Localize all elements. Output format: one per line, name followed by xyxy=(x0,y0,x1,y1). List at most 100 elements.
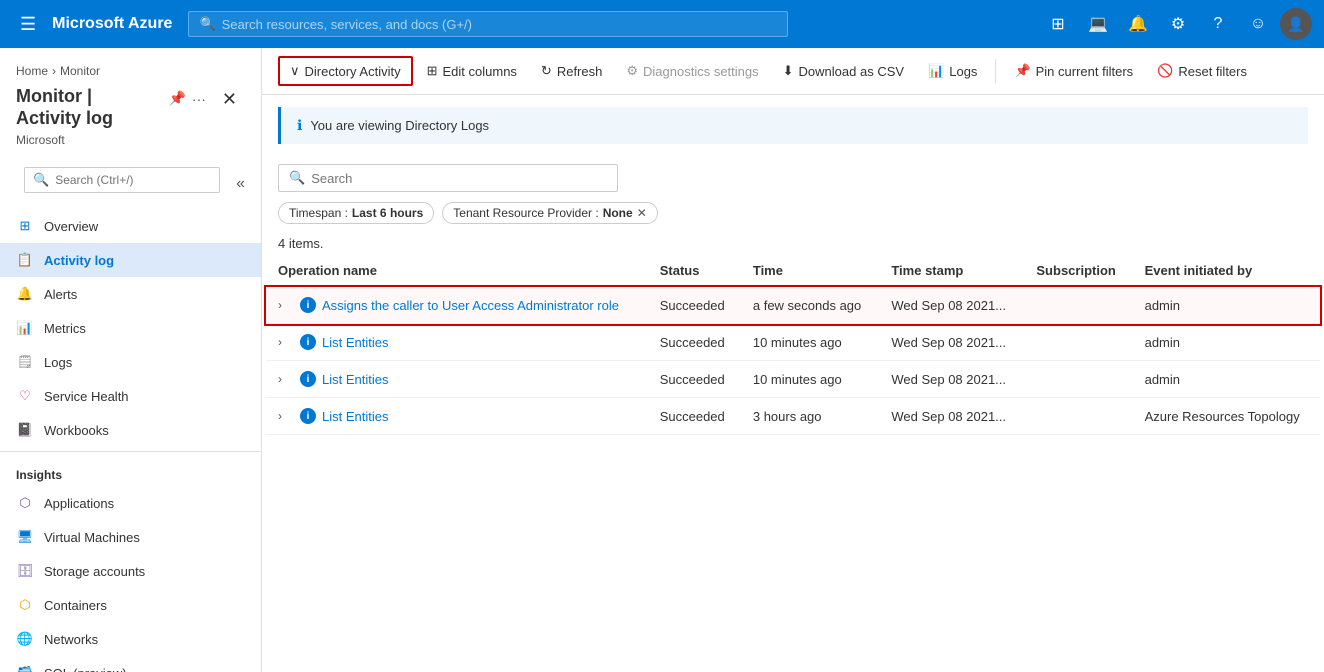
insights-section-label: Insights xyxy=(0,456,261,486)
pin-filters-button[interactable]: 📌 Pin current filters xyxy=(1004,58,1143,84)
cell-status: Succeeded xyxy=(648,398,741,435)
download-csv-button[interactable]: ⬇ Download as CSV xyxy=(773,58,914,84)
edit-columns-button[interactable]: ⊞ Edit columns xyxy=(417,58,527,84)
sidebar-search-row: 🔍 « xyxy=(0,167,261,209)
global-search-input[interactable] xyxy=(222,17,778,32)
col-status[interactable]: Status xyxy=(648,255,741,287)
cell-operation: › i Assigns the caller to User Access Ad… xyxy=(266,287,648,324)
sidebar-item-label: Activity log xyxy=(44,253,114,268)
sidebar-item-label: Storage accounts xyxy=(44,564,145,579)
sidebar-item-overview[interactable]: ⊞ Overview xyxy=(0,209,261,243)
user-avatar[interactable]: 👤 xyxy=(1280,8,1312,40)
provider-filter-close-icon[interactable]: ✕ xyxy=(637,206,647,220)
logs-icon: 📊 xyxy=(928,63,944,79)
table-row[interactable]: › i List Entities Succeeded 10 minutes a… xyxy=(266,361,1320,398)
settings-icon[interactable]: ⚙ xyxy=(1160,6,1196,42)
info-dot-icon: i xyxy=(300,371,316,387)
sidebar-divider xyxy=(0,451,261,452)
sidebar-item-alerts[interactable]: 🔔 Alerts xyxy=(0,277,261,311)
diagnostics-button[interactable]: ⚙ Diagnostics settings xyxy=(616,58,768,84)
logs-icon: 🗒 xyxy=(16,353,34,371)
pin-icon: 📌 xyxy=(1014,63,1030,79)
directory-activity-button[interactable]: ∨ Directory Activity xyxy=(278,56,413,86)
sidebar-search[interactable]: 🔍 xyxy=(24,167,220,193)
col-time[interactable]: Time xyxy=(741,255,879,287)
page-title-area: Monitor | Activity log 📌 ··· ✕ xyxy=(16,86,245,129)
cell-timestamp: Wed Sep 08 2021... xyxy=(879,324,1024,361)
operation-name: List Entities xyxy=(322,372,388,387)
filter-search[interactable]: 🔍 xyxy=(278,164,618,192)
row-expander-icon[interactable]: › xyxy=(278,372,298,386)
alert-icon: 🔔 xyxy=(16,285,34,303)
directory-activity-label: Directory Activity xyxy=(305,64,401,79)
row-expander-icon[interactable]: › xyxy=(278,409,298,423)
filter-tags: Timespan : Last 6 hours Tenant Resource … xyxy=(278,202,1308,224)
cell-status: Succeeded xyxy=(648,361,741,398)
col-timestamp[interactable]: Time stamp xyxy=(879,255,1024,287)
breadcrumb-parent[interactable]: Monitor xyxy=(60,64,100,78)
sidebar-item-activity-log[interactable]: 📋 Activity log xyxy=(0,243,261,277)
cell-event-by: admin xyxy=(1133,324,1320,361)
workbooks-icon: 📓 xyxy=(16,421,34,439)
table-row[interactable]: › i List Entities Succeeded 3 hours ago … xyxy=(266,398,1320,435)
top-nav-icons: ⊞ 💻 🔔 ⚙ ? ☺ 👤 xyxy=(1040,6,1312,42)
timespan-filter-tag[interactable]: Timespan : Last 6 hours xyxy=(278,202,434,224)
networks-icon: 🌐 xyxy=(16,630,34,648)
provider-filter-tag[interactable]: Tenant Resource Provider : None ✕ xyxy=(442,202,657,224)
col-operation-name[interactable]: Operation name xyxy=(266,255,648,287)
table-row[interactable]: › i List Entities Succeeded 10 minutes a… xyxy=(266,324,1320,361)
sidebar-item-storage-accounts[interactable]: 🗄 Storage accounts xyxy=(0,554,261,588)
help-icon[interactable]: ? xyxy=(1200,6,1236,42)
table-header-row: Operation name Status Time Time stamp Su… xyxy=(266,255,1320,287)
row-expander-icon[interactable]: › xyxy=(278,335,298,349)
global-search-bar[interactable]: 🔍 xyxy=(188,11,788,37)
logs-button[interactable]: 📊 Logs xyxy=(918,58,987,84)
sidebar-item-networks[interactable]: 🌐 Networks xyxy=(0,622,261,656)
metrics-icon: 📊 xyxy=(16,319,34,337)
search-icon: 🔍 xyxy=(33,172,49,188)
cloud-icon[interactable]: 💻 xyxy=(1080,6,1116,42)
grid-icon: ⊞ xyxy=(16,217,34,235)
cell-subscription xyxy=(1024,398,1132,435)
sidebar-item-workbooks[interactable]: 📓 Workbooks xyxy=(0,413,261,447)
sidebar-item-containers[interactable]: ⬡ Containers xyxy=(0,588,261,622)
sidebar-item-service-health[interactable]: ♡ Service Health xyxy=(0,379,261,413)
table-header: Operation name Status Time Time stamp Su… xyxy=(266,255,1320,287)
sidebar-item-applications[interactable]: ⬡ Applications xyxy=(0,486,261,520)
row-expander-icon[interactable]: › xyxy=(278,298,298,312)
close-button[interactable]: ✕ xyxy=(214,86,245,112)
breadcrumb-home[interactable]: Home xyxy=(16,64,48,78)
table-row[interactable]: › i Assigns the caller to User Access Ad… xyxy=(266,287,1320,324)
cell-time: 3 hours ago xyxy=(741,398,879,435)
cell-subscription xyxy=(1024,361,1132,398)
page-title-icons: 📌 ··· xyxy=(168,86,205,107)
reset-filters-button[interactable]: 🚫 Reset filters xyxy=(1147,58,1257,84)
info-dot-icon: i xyxy=(300,334,316,350)
cell-operation: › i List Entities xyxy=(266,361,648,398)
col-subscription[interactable]: Subscription xyxy=(1024,255,1132,287)
filter-search-input[interactable] xyxy=(311,171,607,186)
cell-subscription xyxy=(1024,287,1132,324)
sidebar-item-metrics[interactable]: 📊 Metrics xyxy=(0,311,261,345)
cell-timestamp: Wed Sep 08 2021... xyxy=(879,287,1024,324)
sql-icon: 🗃 xyxy=(16,664,34,672)
sidebar-item-logs[interactable]: 🗒 Logs xyxy=(0,345,261,379)
sidebar-item-sql-preview[interactable]: 🗃 SQL (preview) xyxy=(0,656,261,672)
toolbar-divider xyxy=(995,59,996,83)
bell-icon[interactable]: 🔔 xyxy=(1120,6,1156,42)
feedback-icon[interactable]: ☺ xyxy=(1240,6,1276,42)
sidebar-item-virtual-machines[interactable]: 🖥 Virtual Machines xyxy=(0,520,261,554)
refresh-label: Refresh xyxy=(557,64,603,79)
sidebar-item-label: Workbooks xyxy=(44,423,109,438)
refresh-button[interactable]: ↻ Refresh xyxy=(531,58,612,84)
data-table: Operation name Status Time Time stamp Su… xyxy=(266,255,1320,435)
hamburger-menu[interactable]: ☰ xyxy=(12,10,44,39)
pin-icon[interactable]: 📌 xyxy=(168,90,185,107)
items-count: 4 items. xyxy=(262,232,1324,255)
col-event-by[interactable]: Event initiated by xyxy=(1133,255,1320,287)
provider-value: None xyxy=(603,206,633,220)
sidebar-search-input[interactable] xyxy=(55,173,211,187)
more-options-icon[interactable]: ··· xyxy=(192,91,206,107)
portal-icon[interactable]: ⊞ xyxy=(1040,6,1076,42)
collapse-sidebar-button[interactable]: « xyxy=(232,171,249,197)
